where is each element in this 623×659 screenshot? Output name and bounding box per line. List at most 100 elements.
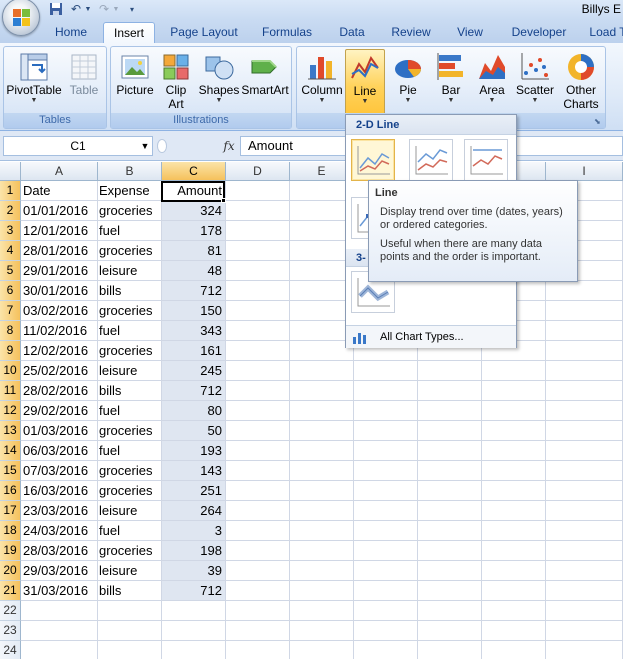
cell-c15[interactable]: 143 bbox=[162, 461, 223, 481]
line-chart-button[interactable]: Line ▼ bbox=[345, 49, 385, 117]
cell-c17[interactable]: 264 bbox=[162, 501, 223, 521]
tab-insert[interactable]: Insert bbox=[103, 22, 155, 43]
row-header[interactable]: 18 bbox=[0, 521, 21, 541]
row-header[interactable]: 7 bbox=[0, 301, 21, 321]
cell-b6[interactable]: bills bbox=[99, 281, 121, 301]
cell-b10[interactable]: leisure bbox=[99, 361, 137, 381]
undo-dropdown-icon[interactable]: ▼ bbox=[80, 2, 96, 17]
cell-c10[interactable]: 245 bbox=[162, 361, 223, 381]
shapes-button[interactable]: Shapes ▼ bbox=[197, 51, 241, 113]
tab-review[interactable]: Review bbox=[385, 22, 437, 43]
cell-a4[interactable]: 28/01/2016 bbox=[23, 241, 88, 261]
redo-dropdown-icon[interactable]: ▼ bbox=[108, 2, 124, 17]
tab-home[interactable]: Home bbox=[48, 22, 94, 43]
cell-b11[interactable]: bills bbox=[99, 381, 121, 401]
cell-a2[interactable]: 01/01/2016 bbox=[23, 201, 88, 221]
cell-b18[interactable]: fuel bbox=[99, 521, 120, 541]
row-header[interactable]: 21 bbox=[0, 581, 21, 601]
cell-c5[interactable]: 48 bbox=[162, 261, 223, 281]
tab-page-layout[interactable]: Page Layout bbox=[166, 22, 242, 43]
cell-b17[interactable]: leisure bbox=[99, 501, 137, 521]
cell-c19[interactable]: 198 bbox=[162, 541, 223, 561]
cell-c24[interactable] bbox=[162, 641, 223, 659]
cell-a17[interactable]: 23/03/2016 bbox=[23, 501, 88, 521]
cell-a21[interactable]: 31/03/2016 bbox=[23, 581, 88, 601]
row-header[interactable]: 4 bbox=[0, 241, 21, 261]
cell-c20[interactable]: 39 bbox=[162, 561, 223, 581]
cell-b20[interactable]: leisure bbox=[99, 561, 137, 581]
tab-data[interactable]: Data bbox=[332, 22, 372, 43]
stacked-line-chart-option[interactable] bbox=[409, 139, 453, 181]
other-charts-button[interactable]: Other Charts bbox=[559, 51, 603, 113]
bar-chart-button[interactable]: Bar ▼ bbox=[431, 51, 471, 113]
row-header[interactable]: 16 bbox=[0, 481, 21, 501]
cell-b16[interactable]: groceries bbox=[99, 481, 152, 501]
cell-a6[interactable]: 30/01/2016 bbox=[23, 281, 88, 301]
name-box[interactable]: C1 bbox=[3, 136, 153, 156]
percent-stacked-line-chart-option[interactable] bbox=[464, 139, 508, 181]
row-header[interactable]: 8 bbox=[0, 321, 21, 341]
cell-c2[interactable]: 324 bbox=[162, 201, 223, 221]
name-box-dropdown-icon[interactable]: ▼ bbox=[139, 137, 151, 155]
picture-button[interactable]: Picture bbox=[115, 51, 155, 113]
save-icon[interactable] bbox=[48, 2, 64, 17]
table-button[interactable]: Table bbox=[64, 51, 104, 113]
column-header-d[interactable]: D bbox=[226, 162, 290, 181]
row-header[interactable]: 19 bbox=[0, 541, 21, 561]
cell-b15[interactable]: groceries bbox=[99, 461, 152, 481]
row-header[interactable]: 14 bbox=[0, 441, 21, 461]
area-chart-button[interactable]: Area ▼ bbox=[473, 51, 511, 113]
cell-b3[interactable]: fuel bbox=[99, 221, 120, 241]
cell-c18[interactable]: 3 bbox=[162, 521, 223, 541]
cell-a12[interactable]: 29/02/2016 bbox=[23, 401, 88, 421]
tab-developer[interactable]: Developer bbox=[504, 22, 574, 43]
cell-c13[interactable]: 50 bbox=[162, 421, 223, 441]
row-header[interactable]: 1 bbox=[0, 181, 21, 201]
row-header[interactable]: 11 bbox=[0, 381, 21, 401]
row-header[interactable]: 13 bbox=[0, 421, 21, 441]
row-header[interactable]: 6 bbox=[0, 281, 21, 301]
insert-function-icon[interactable]: fx bbox=[221, 137, 237, 155]
cell-a5[interactable]: 29/01/2016 bbox=[23, 261, 88, 281]
cell-c4[interactable]: 81 bbox=[162, 241, 223, 261]
clip-art-button[interactable]: Clip Art bbox=[159, 51, 193, 113]
row-header[interactable]: 3 bbox=[0, 221, 21, 241]
row-header[interactable]: 20 bbox=[0, 561, 21, 581]
column-header-i[interactable]: I bbox=[546, 162, 623, 181]
pivottable-button[interactable]: PivotTable ▼ bbox=[6, 51, 62, 113]
cell-c1[interactable]: Amount bbox=[162, 181, 223, 201]
cell-c16[interactable]: 251 bbox=[162, 481, 223, 501]
cell-c11[interactable]: 712 bbox=[162, 381, 223, 401]
cell-a10[interactable]: 25/02/2016 bbox=[23, 361, 88, 381]
cell-b4[interactable]: groceries bbox=[99, 241, 152, 261]
row-header[interactable]: 15 bbox=[0, 461, 21, 481]
formula-bar-splitter[interactable] bbox=[157, 139, 167, 153]
cell-b1[interactable]: Expense bbox=[99, 181, 150, 201]
cell-a1[interactable]: Date bbox=[23, 181, 50, 201]
line-chart-option[interactable] bbox=[351, 139, 395, 181]
smartart-button[interactable]: SmartArt bbox=[241, 51, 289, 113]
cell-b8[interactable]: fuel bbox=[99, 321, 120, 341]
cell-c21[interactable]: 712 bbox=[162, 581, 223, 601]
tab-load-test[interactable]: Load T bbox=[588, 22, 623, 43]
cell-c9[interactable]: 161 bbox=[162, 341, 223, 361]
cell-a18[interactable]: 24/03/2016 bbox=[23, 521, 88, 541]
cell-b13[interactable]: groceries bbox=[99, 421, 152, 441]
row-header[interactable]: 5 bbox=[0, 261, 21, 281]
pie-chart-button[interactable]: Pie ▼ bbox=[389, 51, 427, 113]
select-all-corner[interactable] bbox=[0, 162, 21, 181]
cell-b12[interactable]: fuel bbox=[99, 401, 120, 421]
cell-c22[interactable] bbox=[162, 601, 223, 621]
cell-b9[interactable]: groceries bbox=[99, 341, 152, 361]
column-header-a[interactable]: A bbox=[21, 162, 98, 181]
tab-formulas[interactable]: Formulas bbox=[256, 22, 318, 43]
cell-a16[interactable]: 16/03/2016 bbox=[23, 481, 88, 501]
scatter-chart-button[interactable]: Scatter ▼ bbox=[513, 51, 557, 113]
cell-a19[interactable]: 28/03/2016 bbox=[23, 541, 88, 561]
tab-view[interactable]: View bbox=[450, 22, 490, 43]
column-header-b[interactable]: B bbox=[98, 162, 162, 181]
row-header[interactable]: 12 bbox=[0, 401, 21, 421]
column-header-c[interactable]: C bbox=[162, 162, 226, 181]
cell-a3[interactable]: 12/01/2016 bbox=[23, 221, 88, 241]
cell-a15[interactable]: 07/03/2016 bbox=[23, 461, 88, 481]
